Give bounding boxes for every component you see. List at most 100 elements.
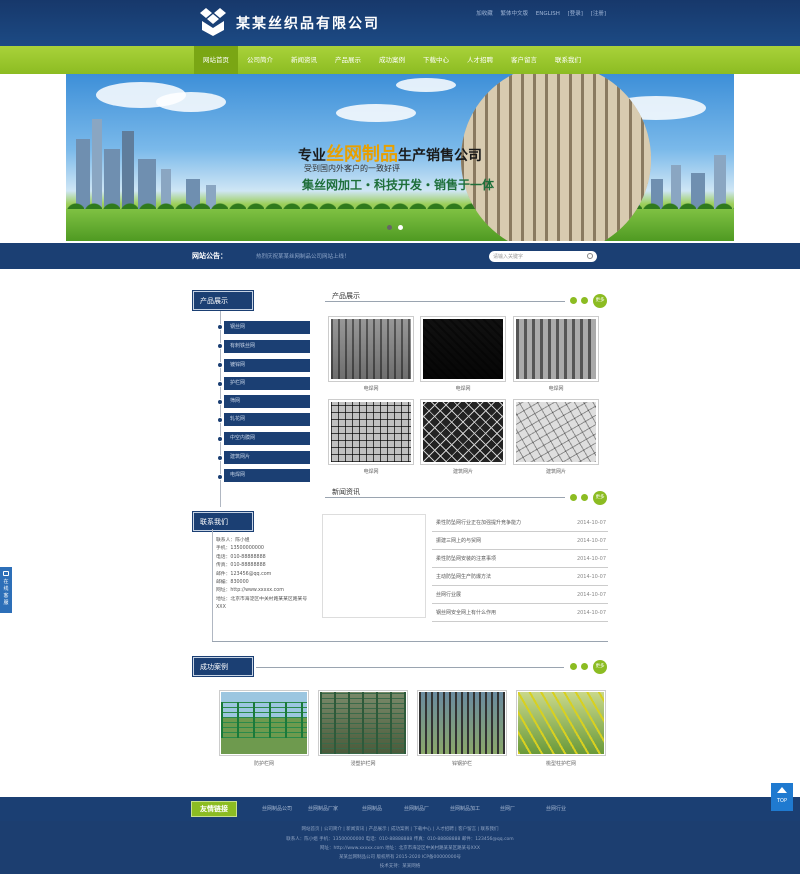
contact-phone: 电话：010-88888888 xyxy=(216,554,266,560)
login-link[interactable]: [登录] xyxy=(568,11,583,17)
notice-text[interactable]: 热烈庆祝某某丝网制品公司网站上线！ xyxy=(256,252,350,260)
notice-bar: 网站公告： 热烈庆祝某某丝网制品公司网站上线！ 请输入关键字 xyxy=(0,243,800,269)
nav-jobs[interactable]: 人才招聘 xyxy=(458,46,502,74)
category-item[interactable]: 轧花网 xyxy=(224,413,310,426)
friend-links-bar: 友情链接 丝网制品公司 丝网制品厂家 丝网制品 丝网制品厂 丝网制品加工 丝网厂… xyxy=(0,797,800,821)
friend-links-title: 友情链接 xyxy=(191,801,237,817)
nav-home[interactable]: 网站首页 xyxy=(194,46,238,74)
search-input[interactable]: 请输入关键字 xyxy=(489,251,597,262)
friend-link[interactable]: 丝网行业 xyxy=(546,805,566,812)
footer-address: 网址：http://www.xxxxx.com 地址：北京市海淀区中关村路某某区… xyxy=(320,846,480,851)
search-icon[interactable] xyxy=(587,253,593,259)
friend-link[interactable]: 丝网制品厂家 xyxy=(308,805,338,812)
main-nav: 网站首页 公司简介 新闻资讯 产品展示 成功案例 下载中心 人才招聘 客户留言 … xyxy=(0,46,800,74)
news-row[interactable]: 主动防坠网生产防爆方法 2014-10-07 xyxy=(432,568,608,586)
section-divider xyxy=(212,641,608,642)
nav-downloads[interactable]: 下载中心 xyxy=(414,46,458,74)
case-card[interactable]: 桃型柱护栏网 xyxy=(516,690,606,767)
contact-zip: 邮编：830000 xyxy=(216,580,249,586)
product-card[interactable]: 电焊网 xyxy=(420,316,506,392)
product-caption: 电焊网 xyxy=(455,386,471,392)
arrow-up-icon xyxy=(777,787,787,793)
category-item[interactable]: 电焊网 xyxy=(224,469,310,482)
product-caption: 电焊网 xyxy=(363,386,379,392)
carousel-dot-2[interactable] xyxy=(398,225,403,230)
search-placeholder: 请输入关键字 xyxy=(493,254,524,260)
news-row[interactable]: 振建三网上的与贸网 2014-10-07 xyxy=(432,532,608,550)
footer-copyright: 某某丝网制品公司 版权所有 2015-2020 ICP备00000000号 xyxy=(339,855,461,860)
category-item[interactable]: 护栏网 xyxy=(224,377,310,390)
case-card[interactable]: 防护栏网 xyxy=(219,690,309,767)
products-more-button[interactable]: 更多 xyxy=(593,294,607,308)
hero-banner[interactable]: 专业丝网制品生产销售公司 受到国内外客户的一致好评 集丝网加工・科技开发・销售于… xyxy=(66,74,734,241)
case-caption: 防护栏网 xyxy=(253,761,274,767)
case-card[interactable]: 浸塑护栏网 xyxy=(318,690,408,767)
wire-mesh-image xyxy=(461,74,651,241)
friend-link[interactable]: 丝网制品公司 xyxy=(262,805,292,812)
category-item[interactable]: 镀锌网 xyxy=(224,359,310,372)
friend-link[interactable]: 丝网制品 xyxy=(362,805,382,812)
carousel-dot-1[interactable] xyxy=(387,225,392,230)
cases-section-title: 成功案例 xyxy=(193,657,253,676)
footer: 网站首页 | 公司简介 | 新闻资讯 | 产品展示 | 成功案例 | 下载中心 … xyxy=(0,821,800,874)
product-card[interactable]: 电焊网 xyxy=(328,399,414,475)
product-caption: 建筑网片 xyxy=(452,469,473,475)
carousel-dots xyxy=(387,225,403,230)
product-card[interactable]: 电焊网 xyxy=(328,316,414,392)
back-to-top-button[interactable]: TOP xyxy=(771,783,793,811)
category-item[interactable]: 筛网 xyxy=(224,395,310,408)
cases-more-button[interactable]: 更多 xyxy=(593,660,607,674)
category-item[interactable]: 钢丝网 xyxy=(224,321,310,334)
register-link[interactable]: [注册] xyxy=(591,11,606,17)
category-item[interactable]: 有刺铁丝网 xyxy=(224,340,310,353)
friend-link[interactable]: 丝网制品加工 xyxy=(450,805,480,812)
friend-link[interactable]: 丝网制品厂 xyxy=(404,805,429,812)
product-caption: 电焊网 xyxy=(548,386,564,392)
product-card[interactable]: 电焊网 xyxy=(513,316,599,392)
news-row[interactable]: 柔性防坠网安装的注意事项 2014-10-07 xyxy=(432,550,608,568)
product-card[interactable]: 建筑网片 xyxy=(420,399,506,475)
contact-fax: 传真：010-88888888 xyxy=(216,563,266,569)
page: 某某丝织品有限公司 加收藏 繁体中文版 ENGLISH [登录] [注册] 网站… xyxy=(0,0,800,874)
footer-nav[interactable]: 网站首页 | 公司简介 | 新闻资讯 | 产品展示 | 成功案例 | 下载中心 … xyxy=(0,826,800,832)
news-more-button[interactable]: 更多 xyxy=(593,491,607,505)
chat-icon xyxy=(3,571,9,576)
product-caption: 电焊网 xyxy=(363,469,379,475)
product-card[interactable]: 建筑网片 xyxy=(513,399,599,475)
nav-about[interactable]: 公司简介 xyxy=(238,46,282,74)
nav-news[interactable]: 新闻资讯 xyxy=(282,46,326,74)
online-service-tab[interactable]: 在线客服 xyxy=(0,567,12,613)
sidebar-divider xyxy=(212,529,213,641)
news-row[interactable]: 柔性防坠网行业正在加强提升竞争能力 2014-10-07 xyxy=(432,514,608,532)
news-row[interactable]: 钢丝网安全网上有什么作用 2014-10-07 xyxy=(432,604,608,622)
online-service-label: 在线客服 xyxy=(3,579,9,606)
news-row[interactable]: 丝网行业展 2014-10-07 xyxy=(432,586,608,604)
nav-cases[interactable]: 成功案例 xyxy=(370,46,414,74)
category-item[interactable]: 中空内膜网 xyxy=(224,432,310,445)
case-card[interactable]: 锌钢护栏 xyxy=(417,690,507,767)
back-to-top-label: TOP xyxy=(776,798,787,804)
footer-contact: 联系人：陈小姐 手机：13500000000 电话：010-88888888 传… xyxy=(286,837,514,842)
banner-subline: 受到国内外客户的一致好评 xyxy=(304,164,400,173)
contact-website[interactable]: 网址：http://www.xxxxx.com xyxy=(216,587,312,595)
products-sidebar-title: 产品展示 xyxy=(193,291,253,310)
case-caption: 浸塑护栏网 xyxy=(350,761,376,767)
friend-link[interactable]: 丝网厂 xyxy=(500,805,515,812)
contact-address-cont: XXX xyxy=(216,605,226,611)
contact-email: 邮件：123456@qq.com xyxy=(216,571,272,577)
company-logo[interactable] xyxy=(198,8,228,36)
contact-person: 联系人：陈小姐 xyxy=(216,538,250,543)
add-favorite-link[interactable]: 加收藏 xyxy=(476,11,493,17)
top-links: 加收藏 繁体中文版 ENGLISH [登录] [注册] xyxy=(470,9,606,17)
nav-contact[interactable]: 联系我们 xyxy=(546,46,590,74)
nav-guestbook[interactable]: 客户留言 xyxy=(502,46,546,74)
case-caption: 桃型柱护栏网 xyxy=(545,761,576,767)
traditional-chinese-link[interactable]: 繁体中文版 xyxy=(500,11,528,17)
category-item[interactable]: 建筑网片 xyxy=(224,451,310,464)
footer-support: 技术支持：某某网络 xyxy=(379,864,421,869)
product-caption: 建筑网片 xyxy=(545,469,566,475)
contact-address: 地址：北京市海淀区中关村路某某区路某号 xyxy=(216,596,308,602)
nav-products[interactable]: 产品展示 xyxy=(326,46,370,74)
english-link[interactable]: ENGLISH xyxy=(536,11,560,17)
notice-label: 网站公告： xyxy=(192,252,227,260)
